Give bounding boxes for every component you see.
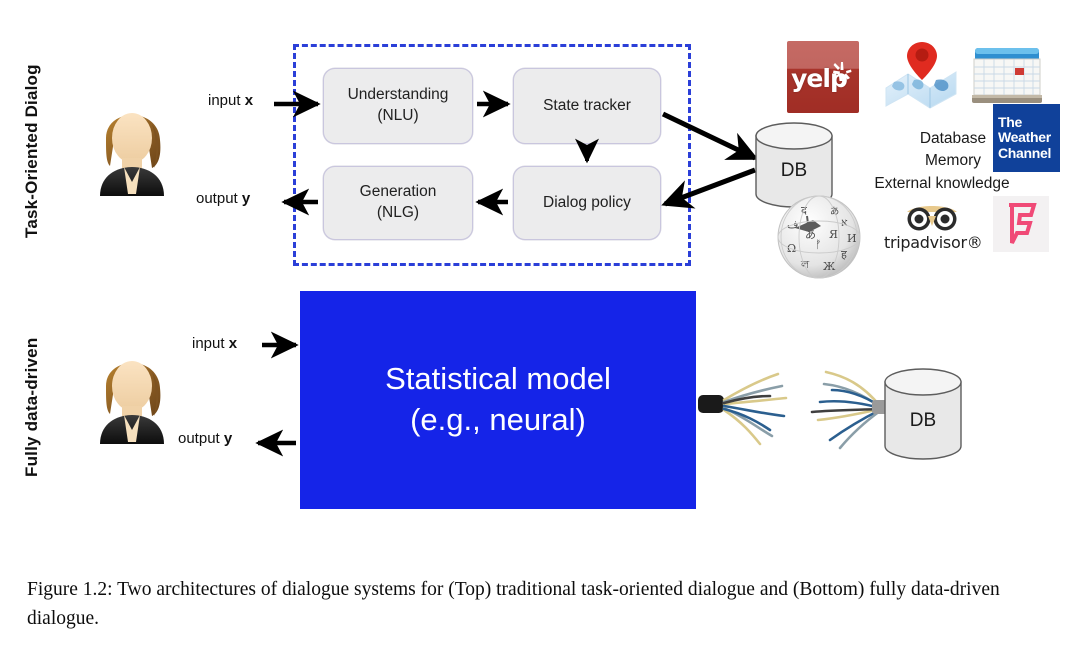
statistical-model-line2: (e.g., neural) bbox=[410, 402, 586, 437]
knowledge-line-database: Database bbox=[919, 130, 987, 147]
module-dialog-policy-label: Dialog policy bbox=[543, 193, 631, 211]
module-nlg-line2: (NLG) bbox=[376, 204, 420, 221]
svg-text:א: א bbox=[841, 216, 848, 229]
calendar-logo bbox=[972, 46, 1042, 108]
db-top-label: DB bbox=[781, 160, 807, 181]
knowledge-line-memory: Memory bbox=[925, 152, 981, 170]
tripadvisor-logo: tripadvisor® bbox=[884, 204, 983, 256]
row-label-task-oriented: Task-Oriented Dialog bbox=[22, 64, 41, 238]
input-label-top: input x bbox=[208, 92, 253, 109]
yelp-burst-icon bbox=[833, 62, 852, 81]
wikipedia-logo: ぁא Иह Жল Ωف दᚠ Яあ bbox=[775, 192, 863, 285]
output-label-text: output bbox=[196, 190, 242, 207]
module-state-tracker-label: State tracker bbox=[543, 96, 631, 114]
foursquare-icon bbox=[1009, 203, 1037, 244]
tripadvisor-wordmark: tripadvisor® bbox=[884, 233, 983, 252]
svg-text:Ж: Ж bbox=[823, 260, 836, 273]
db-cylinder-bottom: DB bbox=[884, 368, 962, 460]
yelp-logo: yelp bbox=[787, 41, 859, 113]
db-bottom-label: DB bbox=[910, 410, 936, 431]
input-var-x: x bbox=[228, 335, 238, 352]
person-icon bbox=[100, 361, 164, 444]
statistical-model-line1: Statistical model bbox=[385, 361, 611, 397]
row-label-fully-data-driven: Fully data-driven bbox=[22, 337, 41, 478]
input-var-x: x bbox=[244, 92, 254, 109]
statistical-model-box[interactable]: Statistical model (e.g., neural) bbox=[300, 291, 696, 509]
output-label-bottom: output y bbox=[178, 430, 232, 447]
input-label-bottom: input x bbox=[192, 335, 237, 352]
user-avatar-top bbox=[86, 96, 178, 196]
svg-text:Я: Я bbox=[829, 228, 838, 241]
user-avatar-bottom bbox=[86, 344, 178, 444]
figure-canvas: Task-Oriented Dialog Fully data-driven i… bbox=[0, 0, 1080, 662]
module-box-dialog-policy[interactable]: Dialog policy bbox=[513, 166, 661, 240]
svg-text:ল: ল bbox=[800, 258, 810, 271]
calendar-icon bbox=[972, 48, 1042, 103]
foursquare-logo bbox=[993, 196, 1049, 252]
cable-bundle-icon bbox=[698, 370, 888, 450]
module-nlu-line1: Understanding bbox=[347, 86, 449, 104]
person-icon bbox=[100, 113, 164, 196]
figure-caption: Figure 1.2: Two architectures of dialogu… bbox=[27, 579, 1000, 630]
input-label-text: input bbox=[192, 335, 229, 352]
wikipedia-globe-icon: ぁא Иह Жল Ωف दᚠ Яあ bbox=[777, 195, 861, 279]
output-label-text: output bbox=[178, 430, 224, 447]
tripadvisor-owl-icon bbox=[906, 206, 957, 231]
module-nlg-line1: Generation bbox=[359, 183, 437, 201]
map-pin-icon bbox=[885, 42, 957, 109]
module-box-nlu[interactable]: Understanding (NLU) bbox=[323, 68, 473, 144]
output-var-y: y bbox=[241, 190, 251, 207]
knowledge-sources-text: Database Memory External knowledge bbox=[873, 128, 1033, 195]
module-box-state-tracker[interactable]: State tracker bbox=[513, 68, 661, 144]
svg-text:И: И bbox=[847, 232, 857, 245]
input-label-text: input bbox=[208, 92, 245, 109]
map-pin-logo bbox=[880, 36, 964, 115]
knowledge-line-external: External knowledge bbox=[874, 174, 1010, 192]
module-nlu-line2: (NLU) bbox=[377, 107, 419, 124]
output-label-top: output y bbox=[196, 190, 250, 207]
module-box-nlg[interactable]: Generation (NLG) bbox=[323, 166, 473, 240]
output-var-y: y bbox=[223, 430, 233, 447]
